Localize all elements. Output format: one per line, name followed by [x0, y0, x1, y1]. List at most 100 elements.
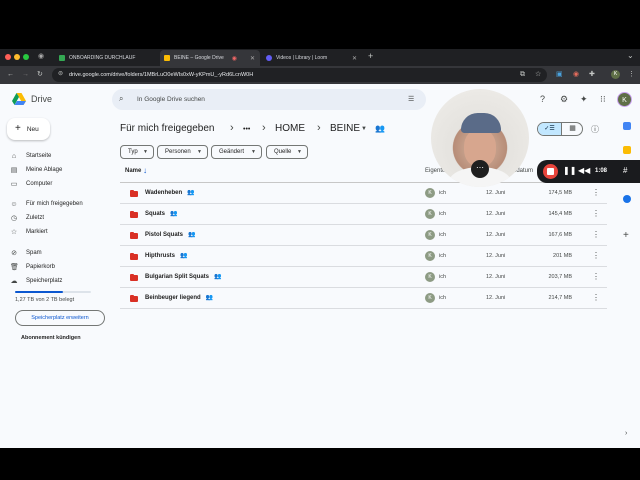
forward-icon[interactable]: →	[22, 70, 29, 79]
folder-icon	[130, 253, 138, 260]
star-icon: ☆	[10, 229, 18, 236]
stop-recording-button[interactable]	[543, 164, 558, 179]
help-icon[interactable]: ?	[540, 94, 545, 104]
apps-grid-icon[interactable]: ⁝⁝	[600, 94, 606, 105]
nav-item-computer[interactable]: ▭ Computer	[10, 179, 53, 189]
nav-item-shared[interactable]: ☺ Für mich freigegeben	[10, 199, 82, 209]
tasks-app-icon[interactable]	[623, 195, 631, 203]
search-options-icon[interactable]: ☰	[408, 95, 414, 103]
table-row[interactable]: Beinbeuger liegend 👥 K ich 12. Juni 214,7…	[120, 288, 607, 309]
owner-label: ich	[439, 253, 447, 259]
more-actions-icon[interactable]: ⋮	[592, 188, 600, 197]
back-icon[interactable]: ←	[7, 70, 14, 79]
minimize-window-button[interactable]	[14, 54, 20, 60]
nav-item-storage[interactable]: ☁ Speicherplatz	[10, 276, 63, 286]
grid-view-button[interactable]: ▦	[561, 123, 582, 135]
address-bar[interactable]: drive.google.com/drive/folders/1MBrLuO0e…	[52, 68, 547, 82]
breadcrumb-current-folder[interactable]: BEINE	[330, 123, 360, 134]
keep-app-icon[interactable]	[623, 146, 631, 154]
tab-search-icon[interactable]: ⌄	[627, 51, 634, 60]
profile-icon[interactable]: K	[611, 70, 620, 79]
tab-audio-icon: ◉	[38, 53, 45, 60]
calendar-app-icon[interactable]	[623, 122, 631, 130]
shared-icon: 👥	[170, 211, 178, 217]
modified-date: 12. Juni	[486, 190, 506, 196]
pause-icon[interactable]: ❚❚	[563, 166, 576, 175]
sort-arrow-icon[interactable]: ↓	[143, 166, 147, 175]
table-row[interactable]: Hipthrusts 👥 K ich 12. Juni 201 MB ⋮	[120, 246, 607, 267]
nav-item-startseite[interactable]: ⌂ Startseite	[10, 151, 51, 161]
table-row[interactable]: Bulgarian Split Squats 👥 K ich 12. Juni 2…	[120, 267, 607, 288]
cast-icon[interactable]: ⧉	[520, 70, 525, 79]
info-icon[interactable]: ⓘ	[591, 124, 599, 135]
bookmark-star-icon[interactable]: ☆	[535, 70, 541, 79]
filter-type[interactable]: Typ ▼	[120, 145, 154, 159]
maximize-window-button[interactable]	[23, 54, 29, 60]
nav-item-recent[interactable]: ◷ Zuletzt	[10, 213, 44, 223]
extensions-puzzle-icon[interactable]: ✚	[589, 70, 595, 79]
folder-icon	[130, 295, 138, 302]
shared-icon: 👥	[180, 253, 188, 259]
recording-timer: 1:08	[595, 168, 608, 174]
shared-icon: 👥	[214, 274, 222, 280]
owner-label: ich	[439, 295, 447, 301]
browser-menu-icon[interactable]: ⋮	[628, 70, 635, 79]
nav-item-starred[interactable]: ☆ Markiert	[10, 227, 48, 237]
screen: ◉ ONBOARDING DURCHLAUF BEINE – Google Dr…	[0, 0, 640, 480]
tab-onboarding[interactable]: ONBOARDING DURCHLAUF	[55, 50, 158, 66]
filter-people[interactable]: Personen ▼	[157, 145, 208, 159]
more-actions-icon[interactable]: ⋮	[592, 209, 600, 218]
tab-loom-library[interactable]: Videos | Library | Loom ✕	[262, 50, 362, 66]
add-app-icon[interactable]: +	[623, 230, 629, 241]
extension-icon[interactable]: ▣	[556, 70, 563, 79]
nav-item-meine-ablage[interactable]: ▤ Meine Ablage	[10, 165, 63, 175]
modified-date: 12. Juni	[486, 211, 506, 217]
new-tab-button[interactable]: +	[368, 51, 373, 61]
filter-modified[interactable]: Geändert ▼	[211, 145, 262, 159]
list-view-button[interactable]: ✓☰	[538, 123, 561, 135]
webcam-options-icon[interactable]: ⋯	[471, 160, 489, 178]
breadcrumb-more[interactable]: •••	[243, 126, 250, 133]
loom-extension-icon[interactable]: ◉	[573, 70, 579, 79]
more-actions-icon[interactable]: ⋮	[592, 293, 600, 302]
cancel-subscription-link[interactable]: Abonnement kündigen	[21, 335, 81, 341]
drive-favicon-icon	[164, 55, 170, 61]
close-tab-icon[interactable]: ✕	[250, 55, 255, 62]
expand-storage-button[interactable]: Speicherplatz erweitern	[15, 310, 105, 326]
more-actions-icon[interactable]: ⋮	[592, 230, 600, 239]
table-row[interactable]: Pistol Squats 👥 K ich 12. Juni 167,6 MB ⋮	[120, 225, 607, 246]
table-row[interactable]: Squats 👥 K ich 12. Juni 145,4 MB ⋮	[120, 204, 607, 225]
close-tab-icon[interactable]: ✕	[352, 55, 357, 62]
breadcrumb-home[interactable]: HOME	[275, 123, 305, 134]
reload-icon[interactable]: ↻	[37, 70, 43, 79]
account-avatar[interactable]: K	[617, 92, 632, 107]
new-button[interactable]: + Neu	[7, 118, 50, 140]
rewind-icon[interactable]: ◀◀	[578, 166, 590, 175]
file-name: Pistol Squats 👥	[145, 232, 196, 238]
breadcrumb-shared[interactable]: Für mich freigegeben	[120, 123, 215, 134]
settings-gear-icon[interactable]: ⚙	[560, 94, 568, 105]
more-actions-icon[interactable]: ⋮	[592, 272, 600, 281]
nav-item-trash[interactable]: 🗑 Papierkorb	[10, 262, 55, 272]
webcam-cap	[461, 113, 501, 133]
owner-label: ich	[439, 211, 447, 217]
search-icon[interactable]: ⌕	[119, 94, 123, 104]
file-size: 203,7 MB	[548, 274, 572, 280]
shared-icon: 👥	[205, 295, 214, 301]
owner-label: ich	[439, 274, 447, 280]
owner-avatar: K	[425, 230, 435, 240]
file-name: Bulgarian Split Squats 👥	[145, 274, 222, 280]
column-name[interactable]: Name	[125, 168, 141, 174]
search-input[interactable]: In Google Drive suchen	[112, 89, 426, 110]
recorder-grid-icon[interactable]: #	[623, 166, 627, 175]
gemini-icon[interactable]: ✦	[580, 94, 588, 105]
filter-source[interactable]: Quelle ▼	[266, 145, 308, 159]
tab-beine-drive[interactable]: BEINE – Google Drive ◉ ✕	[160, 50, 260, 66]
collapse-panel-icon[interactable]: ›	[625, 430, 627, 437]
nav-item-spam[interactable]: ⊘ Spam	[10, 248, 42, 258]
more-actions-icon[interactable]: ⋮	[592, 251, 600, 260]
chevron-down-icon[interactable]: ▼	[361, 126, 367, 132]
close-window-button[interactable]	[5, 54, 11, 60]
site-info-icon[interactable]: ⊜	[58, 70, 63, 79]
table-row[interactable]: Wadenheben 👥 K ich 12. Juni 174,5 MB ⋮	[120, 183, 607, 204]
